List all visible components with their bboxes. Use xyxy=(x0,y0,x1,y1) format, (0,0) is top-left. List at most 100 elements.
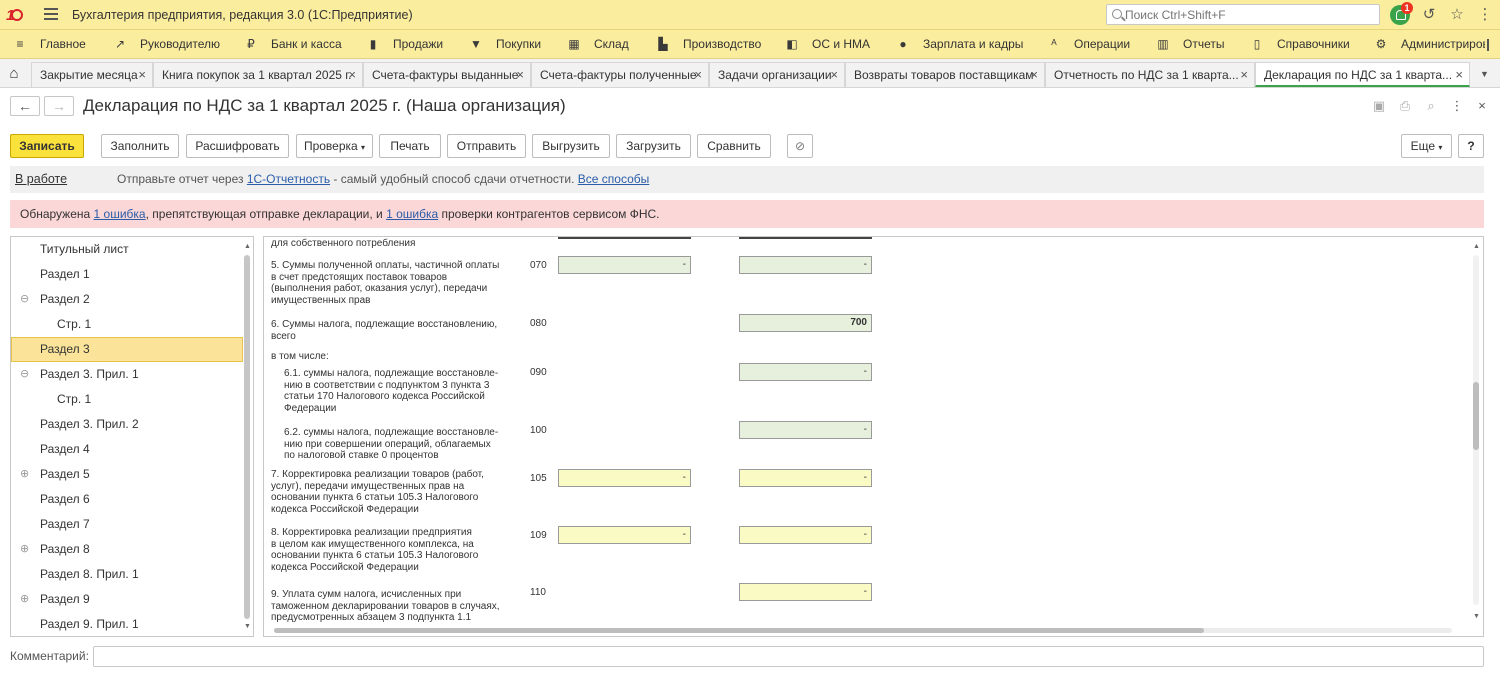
print-button[interactable]: Печать xyxy=(379,134,441,158)
declaration-error-link[interactable]: 1 ошибка xyxy=(94,207,146,221)
scroll-up-icon[interactable]: ▲ xyxy=(244,243,251,250)
export-button[interactable]: Выгрузить xyxy=(532,134,610,158)
section-bank[interactable]: Банк и касса xyxy=(271,37,342,51)
vertical-scrollbar[interactable] xyxy=(1473,382,1479,450)
scroll-down-icon[interactable]: ▼ xyxy=(1473,613,1480,620)
decode-button[interactable]: Расшифровать xyxy=(186,134,289,158)
tab-vat-reporting[interactable]: Отчетность по НДС за 1 кварта... × xyxy=(1045,62,1255,87)
cell-109-tax[interactable]: - xyxy=(739,526,872,544)
tab-month-close[interactable]: Закрытие месяца × xyxy=(31,62,153,87)
search-input[interactable] xyxy=(1125,7,1375,22)
tree-item-title-page[interactable]: Титульный лист xyxy=(11,237,243,262)
tree-item-section-2-page-1[interactable]: Стр. 1 xyxy=(11,312,243,337)
tab-org-tasks[interactable]: Задачи организации × xyxy=(709,62,845,87)
forward-button[interactable]: → xyxy=(44,96,74,116)
print-icon[interactable]: ⎙ xyxy=(1397,98,1413,114)
import-button[interactable]: Загрузить xyxy=(616,134,691,158)
all-methods-link[interactable]: Все способы xyxy=(578,172,650,186)
collapse-icon[interactable]: ⊖ xyxy=(20,292,29,305)
close-icon[interactable]: × xyxy=(516,67,524,82)
section-sales[interactable]: Продажи xyxy=(393,37,443,51)
close-icon[interactable]: × xyxy=(1030,67,1038,82)
expand-icon[interactable]: ⊕ xyxy=(20,467,29,480)
back-button[interactable]: ← xyxy=(10,96,40,116)
close-form-icon[interactable]: × xyxy=(1474,98,1490,114)
tree-item-section-9-app-1[interactable]: Раздел 9. Прил. 1 xyxy=(11,612,243,636)
section-references[interactable]: Справочники xyxy=(1277,37,1350,51)
section-admin[interactable]: Администрирование xyxy=(1401,37,1485,51)
1c-reporting-link[interactable]: 1С-Отчетность xyxy=(247,172,330,186)
compare-button[interactable]: Сравнить xyxy=(697,134,771,158)
tree-item-section-3-app-1-page-1[interactable]: Стр. 1 xyxy=(11,387,243,412)
tree-item-section-3[interactable]: Раздел 3 xyxy=(11,337,243,362)
more-dropdown-button[interactable]: Еще ▾ xyxy=(1401,134,1452,158)
section-payroll[interactable]: Зарплата и кадры xyxy=(923,37,1023,51)
save-button[interactable]: Записать xyxy=(10,134,84,158)
scroll-up-icon[interactable]: ▲ xyxy=(1473,243,1480,250)
close-icon[interactable]: × xyxy=(348,67,356,82)
cell-109-base[interactable]: - xyxy=(558,526,691,544)
tree-item-section-3-app-1[interactable]: ⊖ Раздел 3. Прил. 1 xyxy=(11,362,243,387)
preview-icon[interactable]: ⌕ xyxy=(1423,98,1439,114)
tree-item-section-8-app-1[interactable]: Раздел 8. Прил. 1 xyxy=(11,562,243,587)
favorites-star-icon[interactable]: ☆ xyxy=(1449,7,1465,23)
section-assets[interactable]: ОС и НМА xyxy=(812,37,870,51)
cell-070-base[interactable]: - xyxy=(558,256,691,274)
expand-icon[interactable]: ⊕ xyxy=(20,592,29,605)
close-icon[interactable]: × xyxy=(694,67,702,82)
expand-icon[interactable]: ⊕ xyxy=(20,542,29,555)
section-production[interactable]: Производство xyxy=(683,37,761,51)
status-state-link[interactable]: В работе xyxy=(15,172,67,186)
section-operations[interactable]: Операции xyxy=(1074,37,1130,51)
cell-070-tax[interactable]: - xyxy=(739,256,872,274)
comment-input[interactable] xyxy=(93,646,1484,667)
section-manager[interactable]: Руководителю xyxy=(140,37,220,51)
tree-item-section-5[interactable]: ⊕ Раздел 5 xyxy=(11,462,243,487)
tree-item-section-1[interactable]: Раздел 1 xyxy=(11,262,243,287)
tree-item-section-9[interactable]: ⊕ Раздел 9 xyxy=(11,587,243,612)
section-warehouse[interactable]: Склад xyxy=(594,37,629,51)
close-icon[interactable]: × xyxy=(1240,67,1248,82)
sections-scroll-icon[interactable] xyxy=(1487,39,1494,51)
tree-item-section-7[interactable]: Раздел 7 xyxy=(11,512,243,537)
section-reports[interactable]: Отчеты xyxy=(1183,37,1224,51)
section-main[interactable]: Главное xyxy=(40,37,86,51)
tab-invoices-issued[interactable]: Счета-фактуры выданные × xyxy=(363,62,531,87)
close-icon[interactable]: × xyxy=(138,67,146,82)
tree-item-section-4[interactable]: Раздел 4 xyxy=(11,437,243,462)
cell-110-tax[interactable]: - xyxy=(739,583,872,601)
tree-scrollbar[interactable] xyxy=(244,255,250,619)
cell-105-base[interactable]: - xyxy=(558,469,691,487)
horizontal-scrollbar[interactable] xyxy=(274,628,1204,633)
cell-100-tax[interactable]: - xyxy=(739,421,872,439)
notifications-icon[interactable]: 1 xyxy=(1390,2,1413,25)
tab-purchase-book[interactable]: Книга покупок за 1 квартал 2025 г. × xyxy=(153,62,363,87)
scroll-down-icon[interactable]: ▼ xyxy=(244,623,251,630)
help-button[interactable]: ? xyxy=(1458,134,1484,158)
cell-105-tax[interactable]: - xyxy=(739,469,872,487)
attach-button[interactable]: ⊘ xyxy=(787,134,813,158)
cell-080-tax[interactable]: 700 xyxy=(739,314,872,332)
tree-item-section-2[interactable]: ⊖ Раздел 2 xyxy=(11,287,243,312)
save-disk-icon[interactable]: ▣ xyxy=(1371,98,1387,114)
tree-item-section-3-app-2[interactable]: Раздел 3. Прил. 2 xyxy=(11,412,243,437)
send-button[interactable]: Отправить xyxy=(447,134,526,158)
close-icon[interactable]: × xyxy=(830,67,838,82)
more-vertical-icon[interactable]: ⋮ xyxy=(1477,7,1493,23)
main-menu-icon[interactable] xyxy=(44,8,58,20)
collapse-icon[interactable]: ⊖ xyxy=(20,367,29,380)
tab-returns[interactable]: Возвраты товаров поставщикам × xyxy=(845,62,1045,87)
close-icon[interactable]: × xyxy=(1455,67,1463,82)
check-dropdown-button[interactable]: Проверка ▾ xyxy=(296,134,373,158)
tab-invoices-received[interactable]: Счета-фактуры полученные × xyxy=(531,62,709,87)
cell-090-tax[interactable]: - xyxy=(739,363,872,381)
section-purchases[interactable]: Покупки xyxy=(496,37,541,51)
counterparty-error-link[interactable]: 1 ошибка xyxy=(386,207,438,221)
more-vertical-icon[interactable]: ⋮ xyxy=(1449,98,1465,114)
tree-item-section-6[interactable]: Раздел 6 xyxy=(11,487,243,512)
tabs-dropdown-icon[interactable]: ▼ xyxy=(1480,69,1489,79)
home-icon[interactable]: ⌂ xyxy=(4,65,24,83)
global-search[interactable] xyxy=(1106,4,1380,25)
1c-logo[interactable]: 1 xyxy=(6,7,34,24)
fill-button[interactable]: Заполнить xyxy=(101,134,179,158)
